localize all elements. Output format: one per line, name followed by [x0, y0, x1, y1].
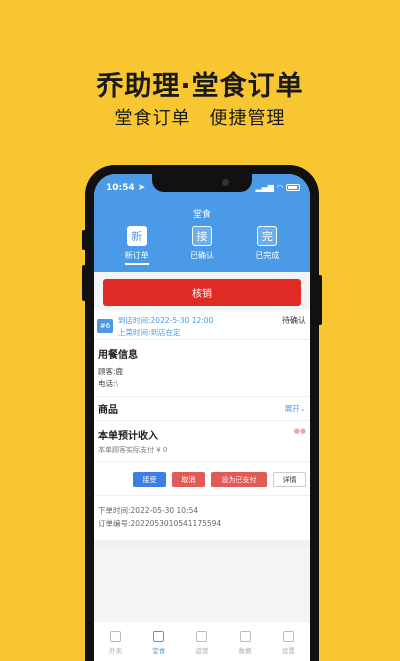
- order-tabs: 新 新订单 接 已确认 完 已完成: [94, 226, 310, 265]
- serve-time: 上菜时间:到店在定: [118, 328, 181, 337]
- phone-link[interactable]: \: [116, 379, 119, 388]
- location-arrow-icon: ➤: [137, 183, 146, 193]
- new-order-icon: 新: [126, 226, 147, 246]
- nav-label: 设置: [281, 647, 295, 655]
- order-meta: 下单时间:2022-05-30 10:54 订单编号:2022053010541…: [94, 496, 310, 540]
- takeout-icon: [110, 631, 122, 642]
- nav-item-dine-in[interactable]: 堂食: [139, 631, 179, 655]
- phone-frame: 10:54 ➤ ▂▄▆ ◠ 堂食 新 新订单 接 已确认 完 已完成 核销 #6…: [82, 165, 322, 661]
- order-card: #6 到店时间:2022-5-30 12:00 上菜时间:到店在定 待确认 用餐…: [94, 310, 310, 546]
- phone-side-button: [318, 275, 322, 325]
- section-title: 用餐信息: [98, 350, 138, 361]
- order-header: #6 到店时间:2022-5-30 12:00 上菜时间:到店在定 待确认: [94, 310, 310, 340]
- data-icon: [239, 631, 251, 642]
- status-icons: ▂▄▆ ◠: [255, 183, 300, 192]
- order-number: 订单编号:2022053010541175594: [98, 519, 222, 528]
- phone-screen: 10:54 ➤ ▂▄▆ ◠ 堂食 新 新订单 接 已确认 完 已完成 核销 #6…: [94, 174, 310, 661]
- settings-icon: [282, 631, 294, 642]
- completed-icon: 完: [257, 226, 278, 246]
- nav-item-operation[interactable]: 运营: [182, 631, 222, 655]
- order-times: 到店时间:2022-5-30 12:00 上菜时间:到店在定: [118, 315, 213, 339]
- nav-item-takeout[interactable]: 外卖: [96, 631, 136, 655]
- set-paid-button[interactable]: 设为已支付: [211, 472, 267, 487]
- income-amount-blurred: ●●: [293, 427, 306, 435]
- tab-label: 新订单: [124, 250, 149, 265]
- camera-icon: [222, 179, 229, 186]
- dine-in-icon: [153, 631, 165, 642]
- nav-label: 堂食: [152, 647, 166, 655]
- phone-label: 电话:: [98, 379, 116, 388]
- detail-button[interactable]: 详情: [273, 472, 306, 487]
- goods-title: 商品: [98, 405, 118, 416]
- accept-button[interactable]: 接受: [133, 472, 166, 487]
- verify-button[interactable]: 核销: [103, 279, 301, 306]
- chevron-down-icon: ⌄: [299, 404, 306, 413]
- page-title: 堂食: [192, 210, 211, 220]
- phone-notch: [152, 174, 252, 192]
- order-time: 下单时间:2022-05-30 10:54: [98, 506, 199, 515]
- cancel-button[interactable]: 取消: [172, 472, 205, 487]
- wifi-icon: ◠: [276, 183, 284, 192]
- customer-name: 顾客:鹿: [98, 367, 124, 376]
- income-subtitle: 本单顾客实际支付 ¥ 0: [98, 446, 168, 454]
- nav-label: 数据: [238, 647, 252, 655]
- expand-button[interactable]: 展开⌄: [285, 403, 306, 414]
- nav-label: 运营: [195, 647, 209, 655]
- status-badge: 待确认: [282, 316, 306, 325]
- tab-label: 已完成: [255, 251, 280, 260]
- nav-label: 外卖: [109, 647, 123, 655]
- arrival-time: 到店时间:2022-5-30 12:00: [118, 316, 214, 325]
- signal-icon: ▂▄▆: [255, 183, 274, 192]
- battery-icon: [286, 184, 300, 191]
- tab-label: 已确认: [189, 251, 214, 260]
- divider: [94, 540, 310, 546]
- nav-item-settings[interactable]: 设置: [268, 631, 308, 655]
- income-section: 本单预计收入 ●● 本单顾客实际支付 ¥ 0: [94, 421, 310, 462]
- goods-row: 商品 展开⌄: [94, 397, 310, 421]
- tab-confirmed[interactable]: 接 已确认: [177, 226, 227, 265]
- bottom-nav: 外卖 堂食 运营 数据 设置: [94, 621, 310, 661]
- phone-side-button: [82, 265, 86, 301]
- promo-subtitle: 堂食订单 便捷管理: [114, 108, 286, 129]
- operation-icon: [196, 631, 208, 642]
- customer-phone: 电话:\: [98, 378, 306, 390]
- tab-completed[interactable]: 完 已完成: [242, 226, 292, 265]
- status-time: 10:54 ➤: [106, 183, 146, 193]
- order-actions: 接受 取消 设为已支付 详情: [94, 462, 310, 496]
- order-number-badge: #6: [97, 319, 113, 333]
- tab-new-orders[interactable]: 新 新订单: [112, 226, 162, 265]
- income-title: 本单预计收入: [98, 431, 158, 442]
- promo-title: 乔助理·堂食订单: [96, 71, 304, 102]
- phone-side-button: [82, 230, 86, 250]
- nav-item-data[interactable]: 数据: [225, 631, 265, 655]
- dining-info-section: 用餐信息 顾客:鹿 电话:\: [94, 340, 310, 397]
- confirmed-icon: 接: [191, 226, 212, 246]
- app-header: 10:54 ➤ ▂▄▆ ◠ 堂食 新 新订单 接 已确认 完 已完成: [94, 174, 310, 272]
